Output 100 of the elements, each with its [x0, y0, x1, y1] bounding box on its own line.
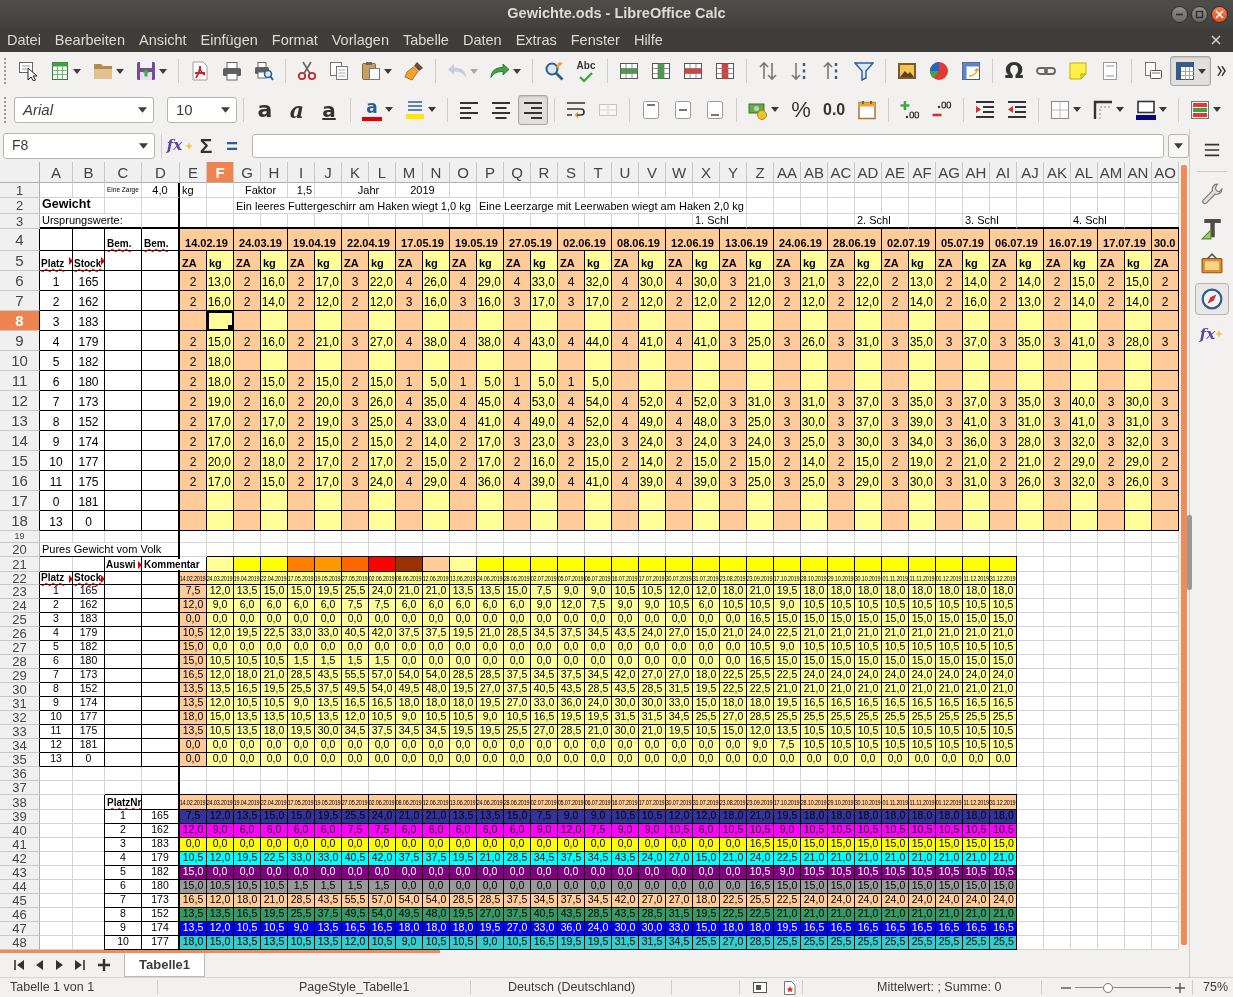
- row-header[interactable]: 7: [0, 291, 40, 311]
- column-header[interactable]: X: [693, 162, 720, 183]
- row-header[interactable]: 38: [0, 795, 40, 810]
- row-header[interactable]: 30: [0, 683, 40, 697]
- align-right-button[interactable]: [518, 94, 548, 125]
- menu-item[interactable]: Datei: [0, 28, 48, 52]
- column-header[interactable]: AF: [909, 162, 936, 183]
- menu-item[interactable]: Bearbeiten: [47, 28, 132, 52]
- row-header[interactable]: 2: [0, 198, 40, 214]
- horizontal-scrollbar[interactable]: [0, 950, 440, 953]
- expand-formula-button[interactable]: [1168, 133, 1189, 158]
- font-color-button[interactable]: a: [357, 94, 398, 125]
- formula-input[interactable]: [252, 133, 1164, 158]
- slider-thumb[interactable]: [1102, 982, 1113, 993]
- row-header[interactable]: 12: [0, 391, 40, 411]
- functions-button[interactable]: fx: [1194, 318, 1229, 350]
- column-header[interactable]: C: [105, 162, 142, 183]
- column-header[interactable]: B: [73, 162, 105, 183]
- row-header[interactable]: 40: [0, 824, 40, 838]
- column-header[interactable]: AD: [855, 162, 882, 183]
- column-header[interactable]: W: [666, 162, 693, 183]
- column-header[interactable]: H: [261, 162, 288, 183]
- row-header[interactable]: 11: [0, 371, 40, 391]
- column-header[interactable]: J: [315, 162, 342, 183]
- sum-button[interactable]: Σ: [194, 130, 218, 161]
- column-header[interactable]: P: [477, 162, 504, 183]
- row-header[interactable]: 5: [0, 251, 40, 271]
- row-header[interactable]: 44: [0, 880, 40, 894]
- column-header[interactable]: AC: [828, 162, 855, 183]
- row-header[interactable]: 48: [0, 936, 40, 950]
- menu-item[interactable]: Extras: [508, 28, 564, 52]
- close-button[interactable]: [1211, 5, 1228, 23]
- column-header[interactable]: G: [234, 162, 261, 183]
- row-header[interactable]: 28: [0, 655, 40, 669]
- toolbar-grip[interactable]: [4, 58, 7, 84]
- menu-item[interactable]: Hilfe: [626, 28, 670, 52]
- column-header[interactable]: U: [612, 162, 639, 183]
- row-header[interactable]: 35: [0, 753, 40, 767]
- column-header[interactable]: AE: [882, 162, 909, 183]
- column-header[interactable]: AJ: [1017, 162, 1044, 183]
- column-header[interactable]: Y: [720, 162, 747, 183]
- row-header[interactable]: 46: [0, 908, 40, 922]
- menu-item[interactable]: Einfügen: [193, 28, 265, 52]
- underline-button[interactable]: a: [314, 94, 344, 125]
- menu-item[interactable]: Vorlagen: [324, 28, 396, 52]
- row-header[interactable]: 42: [0, 852, 40, 866]
- row-header[interactable]: 3: [0, 214, 40, 229]
- zoom-in-button[interactable]: [1175, 981, 1185, 994]
- row-header[interactable]: 39: [0, 810, 40, 824]
- row-header[interactable]: 26: [0, 627, 40, 641]
- menu-item[interactable]: Fenster: [563, 28, 627, 52]
- spelling-button[interactable]: Abc: [571, 56, 601, 86]
- close-document-button[interactable]: [1211, 35, 1221, 45]
- italic-button[interactable]: a: [282, 94, 312, 125]
- column-header[interactable]: V: [639, 162, 666, 183]
- column-header[interactable]: E: [180, 162, 207, 183]
- column-header[interactable]: N: [423, 162, 450, 183]
- toolbar-grip[interactable]: [4, 96, 7, 123]
- sidebar-grip[interactable]: [1187, 515, 1192, 590]
- column-header[interactable]: M: [396, 162, 423, 183]
- freeze-button[interactable]: [1170, 56, 1211, 86]
- column-header[interactable]: AN: [1125, 162, 1152, 183]
- row-header[interactable]: 47: [0, 922, 40, 936]
- vertical-scrollbar[interactable]: [1181, 165, 1187, 945]
- font-name-combo[interactable]: Arial: [14, 96, 154, 123]
- row-header[interactable]: 15: [0, 451, 40, 471]
- navigator-button[interactable]: [1194, 283, 1229, 315]
- row-header[interactable]: 41: [0, 838, 40, 852]
- sheet-tab[interactable]: Tabelle1: [124, 953, 206, 977]
- function-button[interactable]: =: [220, 130, 244, 161]
- row-header[interactable]: 29: [0, 669, 40, 683]
- row-header[interactable]: 18: [0, 511, 40, 531]
- menu-item[interactable]: Daten: [455, 28, 509, 52]
- row-header[interactable]: 17: [0, 491, 40, 511]
- column-header[interactable]: AH: [963, 162, 990, 183]
- column-header[interactable]: O: [450, 162, 477, 183]
- column-header[interactable]: D: [142, 162, 180, 183]
- menu-item[interactable]: Format: [264, 28, 325, 52]
- maximize-button[interactable]: [1191, 5, 1208, 23]
- row-header[interactable]: 37: [0, 781, 40, 795]
- row-header[interactable]: 22: [0, 572, 40, 585]
- name-box[interactable]: F8: [3, 132, 155, 159]
- row-header[interactable]: 25: [0, 613, 40, 627]
- row-header[interactable]: 32: [0, 711, 40, 725]
- row-header[interactable]: 4: [0, 229, 40, 251]
- column-header[interactable]: AB: [801, 162, 828, 183]
- column-header[interactable]: AK: [1044, 162, 1071, 183]
- row-header[interactable]: 33: [0, 725, 40, 739]
- row-header[interactable]: 45: [0, 894, 40, 908]
- column-header[interactable]: Q: [504, 162, 531, 183]
- row-header[interactable]: 13: [0, 411, 40, 431]
- row-header[interactable]: 1: [0, 183, 40, 198]
- column-header[interactable]: T: [585, 162, 612, 183]
- column-header[interactable]: AM: [1098, 162, 1125, 183]
- bold-button[interactable]: a: [250, 94, 280, 125]
- function-wizard-button[interactable]: fx: [168, 130, 192, 161]
- column-header[interactable]: AI: [990, 162, 1017, 183]
- column-header[interactable]: R: [531, 162, 558, 183]
- row-header[interactable]: 27: [0, 641, 40, 655]
- row-header[interactable]: 43: [0, 866, 40, 880]
